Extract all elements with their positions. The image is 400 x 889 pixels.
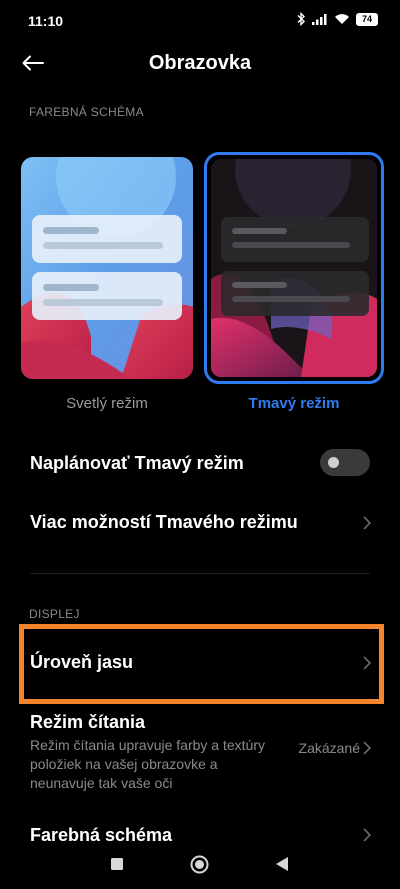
battery-level: 74: [361, 13, 372, 24]
battery-icon: 74: [356, 12, 378, 26]
color-scheme-row[interactable]: Farebná schéma: [0, 815, 400, 845]
dark-mode-options-label: Viac možností Tmavého režimu: [30, 512, 298, 532]
navigation-bar: [0, 842, 400, 889]
recents-button[interactable]: [111, 858, 123, 870]
dark-theme-label: Tmavý režim: [248, 395, 340, 412]
signal-icon: [312, 14, 327, 25]
highlight-box: [19, 624, 384, 704]
chevron-right-icon: [363, 516, 372, 530]
reading-mode-value: Zakázané: [298, 740, 360, 756]
dark-theme-preview: [211, 159, 377, 377]
section-label-color-scheme: FAREBNÁ SCHÉMA: [29, 105, 144, 119]
section-label-display: DISPLEJ: [29, 607, 80, 621]
light-theme-card[interactable]: [21, 157, 193, 379]
light-theme-preview: [21, 157, 193, 379]
bluetooth-icon: [297, 12, 305, 26]
toggle-knob: [328, 457, 339, 468]
schedule-dark-mode-label: Naplánovať Tmavý režim: [30, 453, 244, 473]
home-button[interactable]: [190, 855, 209, 874]
status-time: 11:10: [28, 13, 64, 29]
status-bar: 11:10 74: [0, 0, 400, 40]
schedule-dark-mode-toggle[interactable]: [320, 449, 370, 476]
light-theme-label: Svetlý režim: [66, 395, 148, 412]
dark-theme-card[interactable]: [204, 152, 384, 384]
dark-theme-image: [211, 159, 377, 377]
status-icons: 74: [296, 12, 378, 26]
schedule-dark-mode-row[interactable]: Naplánovať Tmavý režim: [0, 440, 400, 490]
section-divider: [30, 573, 370, 574]
back-nav-button[interactable]: [276, 857, 288, 871]
header: Obrazovka: [0, 40, 400, 86]
dark-mode-options-row[interactable]: Viac možností Tmavého režimu: [0, 500, 400, 546]
chevron-right-icon: [363, 741, 372, 755]
chevron-right-icon: [363, 828, 372, 842]
page-title: Obrazovka: [148, 52, 252, 74]
reading-mode-label: Režim čítania: [30, 712, 146, 732]
reading-mode-description: Režim čítania upravuje farby a textúry p…: [30, 737, 265, 791]
wifi-icon: [335, 14, 349, 24]
